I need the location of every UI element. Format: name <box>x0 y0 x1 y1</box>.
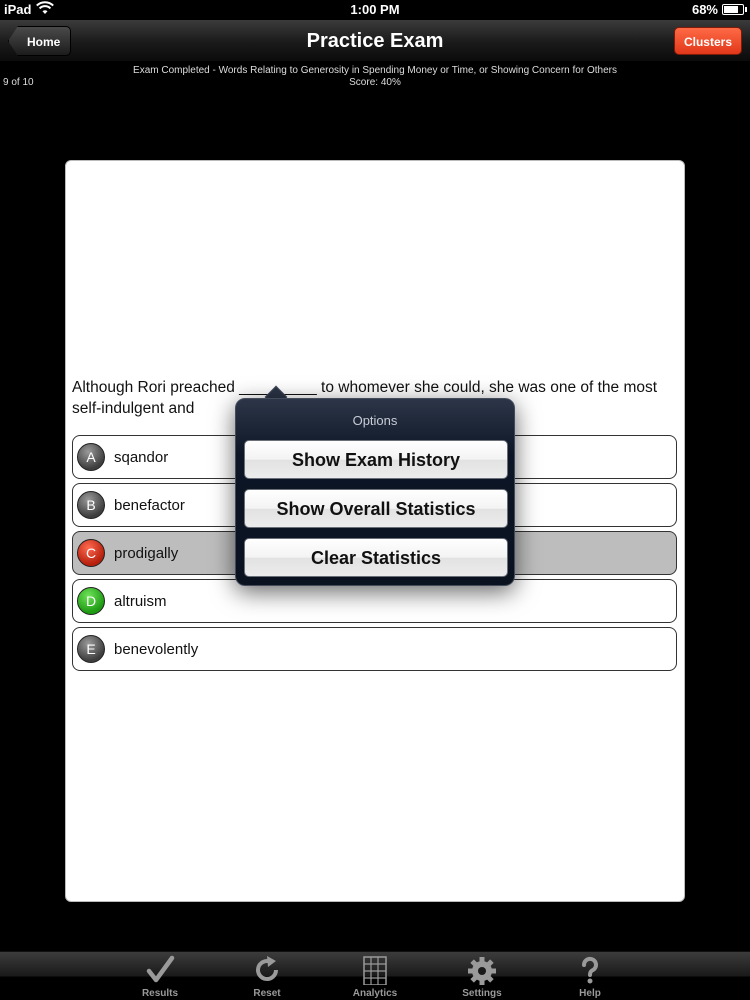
tab-label: Analytics <box>352 988 398 999</box>
popover-title: Options <box>352 413 398 428</box>
navigation-bar: Home Practice Exam Clusters <box>0 20 750 62</box>
tab-label: Help <box>579 988 601 999</box>
exam-completed-text: Exam Completed - Words Relating to Gener… <box>133 65 617 76</box>
tab-results[interactable]: Results <box>115 952 205 1000</box>
answer-option-e[interactable]: E benevolently <box>72 627 677 671</box>
answer-letter-badge: C <box>77 539 105 567</box>
question-progress: 9 of 10 <box>3 77 34 88</box>
status-bar: iPad 1:00 PM 68% <box>0 0 750 20</box>
analytics-grid-icon <box>363 956 387 985</box>
tab-label: Results <box>141 988 179 999</box>
clusters-button[interactable]: Clusters <box>673 27 742 55</box>
tab-bar: Results Reset Analytics Settings Help <box>0 951 750 1000</box>
answer-text: altruism <box>114 593 167 610</box>
answer-letter-badge: A <box>77 443 105 471</box>
show-exam-history-button[interactable]: Show Exam History <box>244 440 508 479</box>
show-overall-statistics-button[interactable]: Show Overall Statistics <box>244 489 508 528</box>
answer-text: sqandor <box>114 449 169 466</box>
answer-letter-badge: E <box>77 635 105 663</box>
page-title: Practice Exam <box>306 30 444 52</box>
question-mark-icon <box>581 956 598 984</box>
options-popover: Options Show Exam History Show Overall S… <box>235 398 515 586</box>
battery-icon <box>722 4 747 15</box>
tab-reset[interactable]: Reset <box>222 952 312 1000</box>
tab-settings[interactable]: Settings <box>437 952 527 1000</box>
answer-text: benefactor <box>114 497 185 514</box>
status-clock: 1:00 PM <box>350 2 400 17</box>
tab-help[interactable]: Help <box>545 952 635 1000</box>
tab-analytics[interactable]: Analytics <box>330 952 420 1000</box>
answer-letter-badge: B <box>77 491 105 519</box>
exam-summary: Exam Completed - Words Relating to Gener… <box>0 63 750 93</box>
score-text: Score: 40% <box>349 77 401 88</box>
gear-icon <box>468 957 496 985</box>
tab-label: Reset <box>253 988 281 999</box>
battery-percentage: 68% <box>691 2 718 17</box>
reset-icon <box>256 956 278 981</box>
answer-letter-badge: D <box>77 587 105 615</box>
answer-text: prodigally <box>114 545 179 562</box>
answer-text: benevolently <box>114 641 199 658</box>
tab-label: Settings <box>462 988 502 999</box>
clear-statistics-button[interactable]: Clear Statistics <box>244 538 508 577</box>
checkmark-icon <box>146 955 175 983</box>
